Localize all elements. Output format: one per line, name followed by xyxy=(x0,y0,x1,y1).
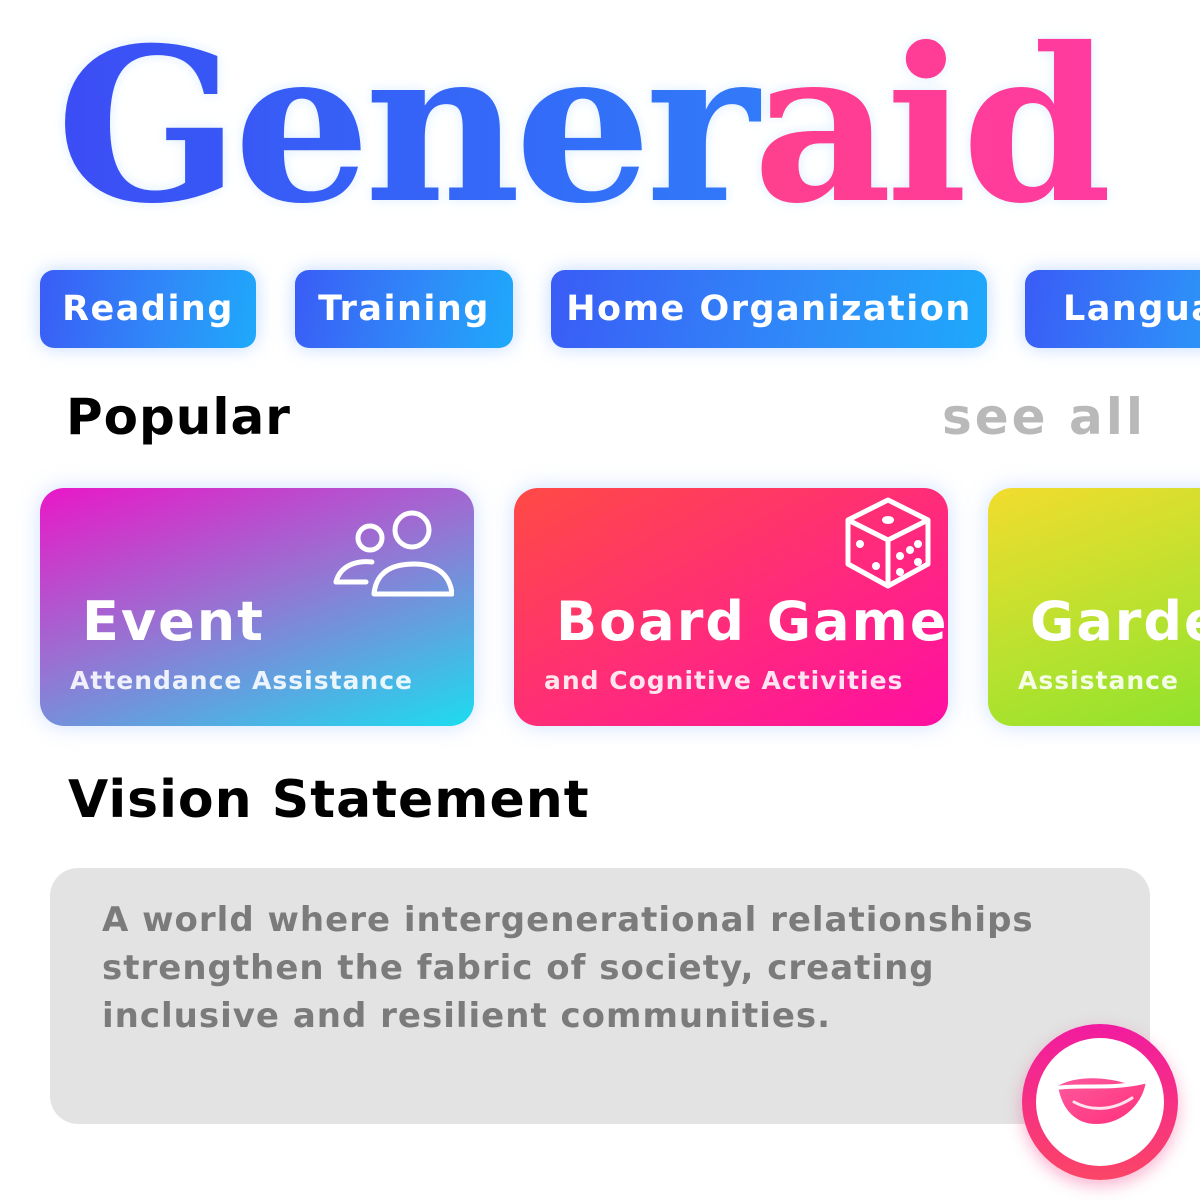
logo-part-aid: aid xyxy=(753,1,1108,250)
vision-statement-box: A world where intergenerational relation… xyxy=(50,868,1150,1124)
app-logo: Generaid xyxy=(56,1,1116,250)
vision-statement-text: A world where intergenerational relation… xyxy=(102,900,1034,1036)
category-chip-label: Reading xyxy=(62,289,234,329)
leaf-icon xyxy=(1054,1078,1146,1124)
fab-inner xyxy=(1036,1038,1164,1166)
home-screen: Generaid Reading Training Home Organizat… xyxy=(0,0,1200,1200)
card-subtitle: Assistance xyxy=(1018,666,1179,695)
popular-card-board-games[interactable]: Board Games and Cognitive Activities xyxy=(514,488,948,726)
card-title: Board Games xyxy=(556,590,948,653)
svg-text:Generaid: Generaid xyxy=(56,1,1108,250)
card-title: Gardening xyxy=(1030,590,1200,653)
dice-icon xyxy=(845,497,931,589)
card-subtitle: and Cognitive Activities xyxy=(544,666,904,695)
card-subtitle: Attendance Assistance xyxy=(70,666,413,695)
floating-action-button[interactable] xyxy=(1022,1024,1178,1180)
category-chip-label: Home Organization xyxy=(566,289,972,329)
category-chip-label: Training xyxy=(318,289,490,329)
popular-card-event[interactable]: Event Attendance Assistance xyxy=(40,488,474,726)
logo-wordmark: Generaid xyxy=(56,1,1114,250)
category-chip-label: Language xyxy=(1063,289,1200,329)
category-chip-language[interactable]: Language xyxy=(1025,270,1200,348)
popular-card-gardening[interactable]: Gardening Assistance xyxy=(988,488,1200,726)
category-chip-reading[interactable]: Reading xyxy=(40,270,256,348)
popular-heading: Popular xyxy=(66,388,291,446)
logo-part-gener: Gener xyxy=(56,1,761,250)
card-title: Event xyxy=(82,590,265,653)
category-chip-home-organization[interactable]: Home Organization xyxy=(551,270,987,348)
see-all-link[interactable]: see all xyxy=(942,388,1146,446)
people-icon xyxy=(333,510,454,597)
vision-heading: Vision Statement xyxy=(68,770,590,830)
category-chip-training[interactable]: Training xyxy=(295,270,513,348)
